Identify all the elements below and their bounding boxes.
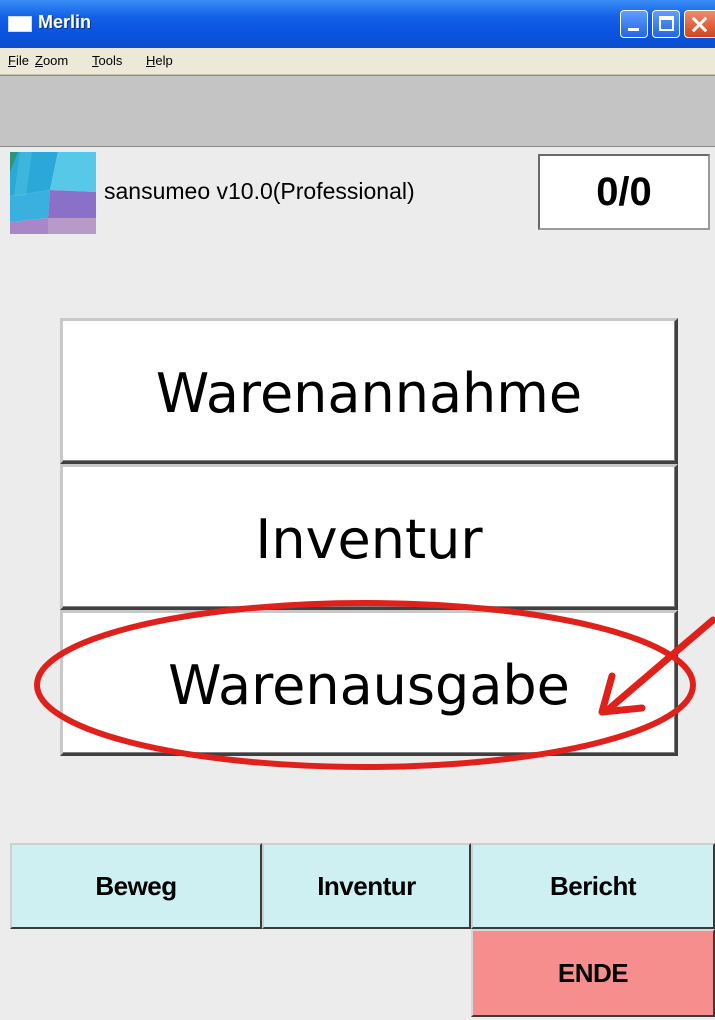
beweg-button[interactable]: Beweg bbox=[10, 843, 262, 929]
exit-button[interactable]: ENDE bbox=[471, 929, 715, 1017]
menu-zoom[interactable]: Zoom bbox=[35, 53, 68, 68]
inventur-toolbar-button[interactable]: Inventur bbox=[262, 843, 471, 929]
menu-tools[interactable]: Tools bbox=[92, 53, 122, 68]
window-title: Merlin bbox=[38, 12, 92, 32]
warenausgabe-button[interactable]: Warenausgabe bbox=[60, 610, 678, 756]
app-logo bbox=[10, 152, 96, 234]
minimize-icon[interactable] bbox=[620, 10, 648, 38]
warenannahme-button[interactable]: Warenannahme bbox=[60, 318, 678, 464]
inventur-button[interactable]: Inventur bbox=[60, 464, 678, 610]
top-panel bbox=[0, 75, 715, 147]
menu-bar: File Zoom Tools Help bbox=[0, 48, 715, 75]
menu-help[interactable]: Help bbox=[146, 53, 173, 68]
menu-file[interactable]: File bbox=[8, 53, 29, 68]
title-bar[interactable]: Merlin bbox=[0, 0, 715, 49]
window-icon bbox=[8, 16, 32, 32]
close-icon[interactable] bbox=[684, 10, 715, 38]
maximize-icon[interactable] bbox=[652, 10, 680, 38]
scan-counter: 0/0 bbox=[538, 154, 710, 230]
bericht-button[interactable]: Bericht bbox=[471, 843, 715, 929]
app-version-label: sansumeo v10.0(Professional) bbox=[104, 178, 415, 204]
